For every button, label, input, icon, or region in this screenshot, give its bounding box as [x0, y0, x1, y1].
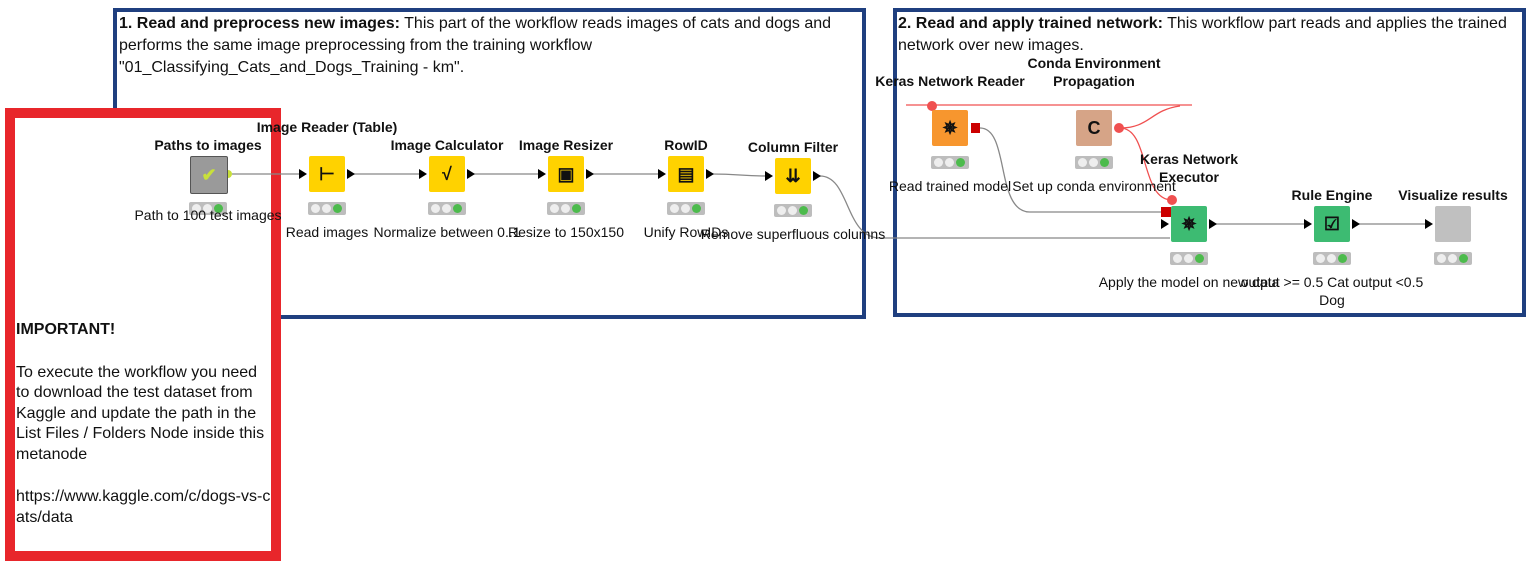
traffic-light-status [774, 204, 812, 217]
node-keras-executor[interactable]: Keras Network Executor ✵ Apply the model… [1099, 146, 1280, 346]
traffic-light-status [547, 202, 585, 215]
input-port [1304, 219, 1312, 229]
output-port [813, 171, 821, 181]
traffic-light-status [428, 202, 466, 215]
output-port [586, 169, 594, 179]
input-port [1161, 219, 1169, 229]
input-port [765, 171, 773, 181]
traffic-light-status [308, 202, 346, 215]
calculator-icon[interactable]: √ [429, 156, 465, 192]
traffic-light-status [931, 156, 969, 169]
node-visualize[interactable]: Visualize results [1373, 146, 1533, 346]
output-port [347, 169, 355, 179]
output-port [1352, 219, 1360, 229]
traffic-light-status [1434, 252, 1472, 265]
keras-icon[interactable]: ✵ [1171, 206, 1207, 242]
input-port [1425, 219, 1433, 229]
important-note: IMPORTANT! To execute the workflow you n… [16, 320, 271, 528]
keras-icon[interactable]: ✵ [932, 110, 968, 146]
node-description: Remove superfluous columns [700, 226, 886, 242]
resize-icon[interactable]: ▣ [548, 156, 584, 192]
kaggle-link[interactable]: https://www.kaggle.com/c/dogs-vs-cats/da… [16, 487, 271, 528]
traffic-light-status [1313, 252, 1351, 265]
node-title: Conda Environment Propagation [1027, 55, 1161, 89]
conda-icon[interactable]: C [1076, 110, 1112, 146]
output-port [1209, 219, 1217, 229]
input-port [419, 169, 427, 179]
image-reader-icon[interactable]: ⊢ [309, 156, 345, 192]
node-column-filter[interactable]: Column Filter ⇊ Remove superfluous colum… [701, 98, 885, 298]
rule-icon[interactable]: ☑ [1314, 206, 1350, 242]
input-port [299, 169, 307, 179]
node-title: Visualize results [1398, 187, 1508, 203]
metanode-icon[interactable] [1435, 206, 1471, 242]
input-port [658, 169, 666, 179]
input-port [538, 169, 546, 179]
check-icon[interactable]: ✔ [190, 156, 228, 194]
node-title: Keras Network Executor [1139, 151, 1239, 185]
rowid-icon[interactable]: ▤ [668, 156, 704, 192]
output-port [467, 169, 475, 179]
important-heading: IMPORTANT! [16, 321, 116, 338]
traffic-light-status [667, 202, 705, 215]
traffic-light-status [1170, 252, 1208, 265]
node-title: Keras Network Reader [875, 73, 1025, 89]
node-title: Column Filter [747, 139, 839, 155]
filter-icon[interactable]: ⇊ [775, 158, 811, 194]
important-body: To execute the workflow you need to down… [16, 363, 265, 463]
node-keras-reader[interactable]: Keras Network Reader ✵ Read trained mode… [870, 50, 1030, 250]
traffic-light-status [1075, 156, 1113, 169]
